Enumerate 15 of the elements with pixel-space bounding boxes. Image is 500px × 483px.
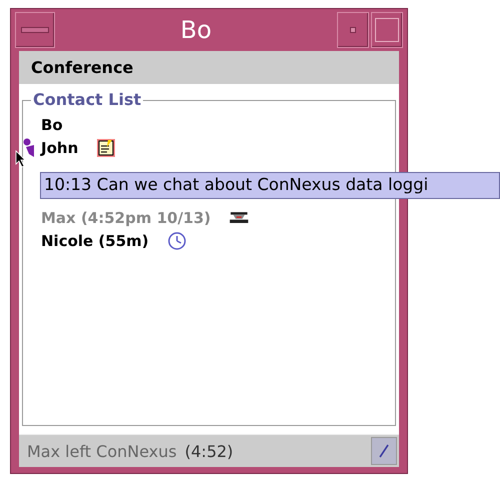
window-title: Bo xyxy=(179,16,213,44)
tooltip: 10:13 Can we chat about ConNexus data loggi xyxy=(40,172,500,199)
maximize-button[interactable] xyxy=(371,12,403,48)
contact-name[interactable]: Nicole (55m) xyxy=(41,232,149,250)
contact-name[interactable]: Bo xyxy=(41,116,63,134)
contact-name[interactable]: Max (4:52pm 10/13) xyxy=(41,208,211,226)
status-time: (4:52) xyxy=(184,442,234,460)
note-icon xyxy=(96,138,116,158)
window-menu-button[interactable] xyxy=(15,12,55,48)
minimize-button[interactable] xyxy=(337,12,369,48)
clock-icon xyxy=(166,230,187,250)
menu-item[interactable]: Conference xyxy=(31,58,134,77)
status-message: Max left ConNexus xyxy=(27,442,177,460)
contact-name[interactable]: John xyxy=(41,138,78,156)
check-button[interactable] xyxy=(371,437,397,465)
